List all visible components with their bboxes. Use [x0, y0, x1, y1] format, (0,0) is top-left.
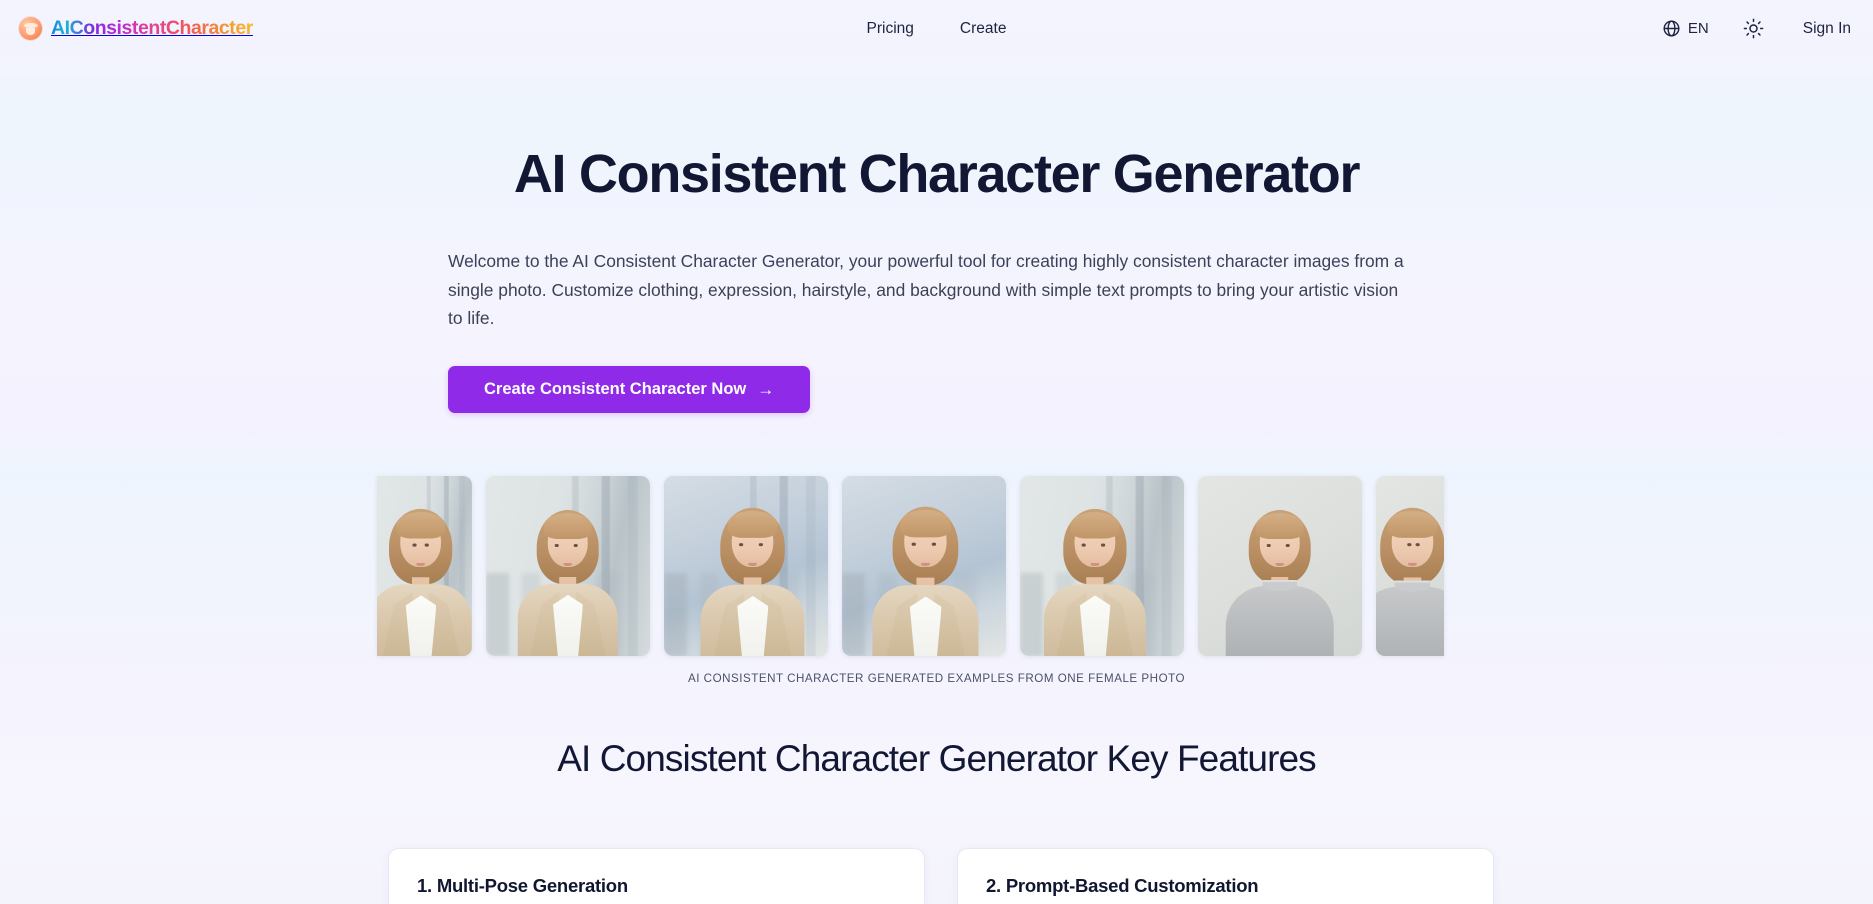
arrow-right-icon: →	[757, 379, 775, 399]
logo-wordmark: AIConsistentCharacter	[51, 17, 253, 39]
portrait-image	[1020, 476, 1184, 656]
gallery-item[interactable]	[1020, 476, 1184, 656]
gallery-item[interactable]	[1198, 476, 1362, 656]
language-selector-button[interactable]: EN	[1654, 13, 1717, 44]
features-section-title: AI Consistent Character Generator Key Fe…	[557, 738, 1316, 779]
theme-toggle-button[interactable]	[1737, 12, 1771, 46]
sign-in-link[interactable]: Sign In	[1803, 20, 1851, 38]
gallery-item[interactable]	[842, 476, 1006, 656]
gallery-item[interactable]	[1376, 476, 1444, 656]
portrait-image	[486, 476, 650, 656]
gallery-item[interactable]	[664, 476, 828, 656]
portrait-image	[842, 476, 1006, 656]
example-gallery	[0, 468, 1873, 680]
gallery-caption: AI CONSISTENT CHARACTER GENERATED EXAMPL…	[687, 672, 1186, 685]
globe-icon	[1662, 19, 1681, 38]
sun-icon	[1743, 18, 1764, 39]
gallery-carousel-track[interactable]	[377, 476, 1444, 656]
create-consistent-character-button[interactable]: Create Consistent Character Now →	[448, 365, 811, 413]
logo-home-link[interactable]: AIConsistentCharacter	[19, 17, 253, 40]
feature-card-title: 1. Multi-Pose Generation	[417, 875, 628, 896]
nav-link-create[interactable]: Create	[960, 20, 1007, 38]
primary-nav: Pricing Create	[0, 0, 1873, 57]
portrait-image	[664, 476, 828, 656]
gallery-item[interactable]	[486, 476, 650, 656]
feature-cards: 1. Multi-Pose Generation 2. Prompt-Based…	[388, 848, 1494, 904]
page-title: AI Consistent Character Generator	[513, 144, 1361, 204]
portrait-image	[1376, 476, 1444, 656]
site-header: AIConsistentCharacter Pricing Create EN	[0, 0, 1873, 57]
header-actions: EN Sign In	[1654, 0, 1851, 57]
smiley-face-logo-icon	[19, 17, 42, 40]
portrait-image	[377, 476, 472, 656]
feature-card-prompt-based-customization[interactable]: 2. Prompt-Based Customization	[957, 848, 1494, 904]
page-root: AIConsistentCharacter Pricing Create EN	[0, 0, 1873, 904]
hero-section: AI Consistent Character Generator Welcom…	[0, 57, 1873, 413]
language-label: EN	[1687, 20, 1709, 37]
nav-link-pricing[interactable]: Pricing	[867, 20, 914, 38]
cta-label: Create Consistent Character Now	[484, 379, 747, 398]
hero-description: Welcome to the AI Consistent Character G…	[448, 251, 1404, 329]
portrait-image	[1198, 476, 1362, 656]
gallery-item[interactable]	[377, 476, 472, 656]
feature-card-multi-pose-generation[interactable]: 1. Multi-Pose Generation	[388, 848, 925, 904]
hero-cta-wrap: Create Consistent Character Now →	[448, 365, 1873, 413]
feature-card-title: 2. Prompt-Based Customization	[986, 875, 1259, 896]
